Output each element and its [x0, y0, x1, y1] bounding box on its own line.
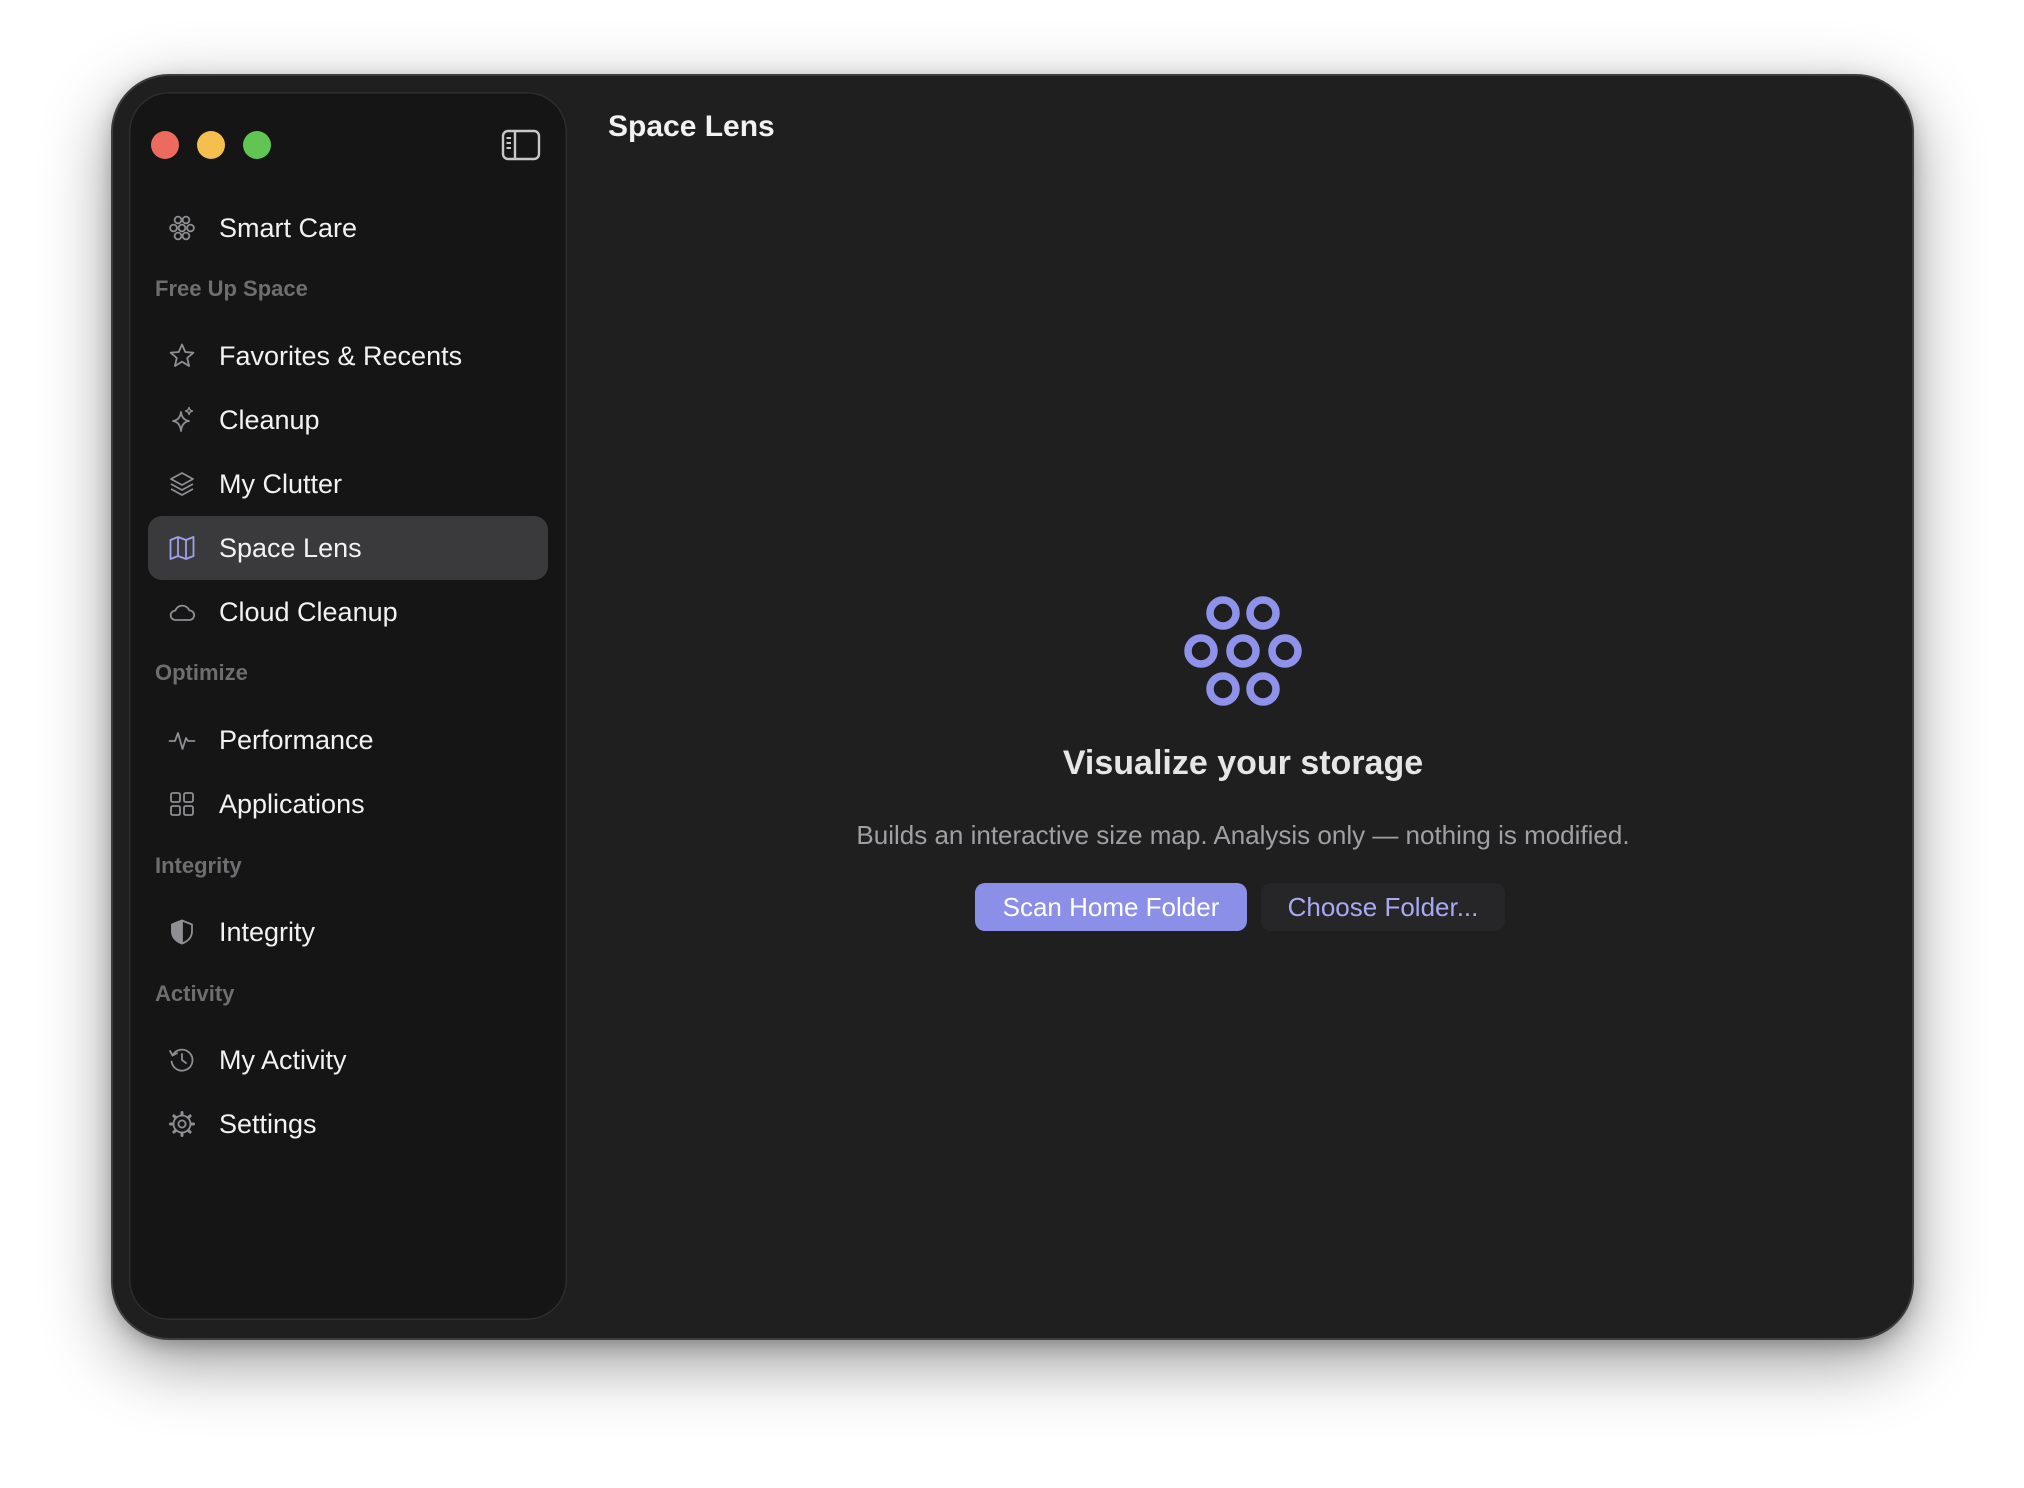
sidebar-item-label: Cleanup [219, 404, 320, 435]
cloud-icon [169, 604, 196, 621]
sidebar-item-my-clutter[interactable]: My Clutter [148, 452, 548, 516]
sidebar-item-smart-care[interactable]: Smart Care [148, 196, 548, 260]
section-title-integrity: Integrity [155, 853, 242, 878]
sidebar-item-cloud-cleanup[interactable]: Cloud Cleanup [148, 580, 548, 644]
sidebar-item-settings[interactable]: Settings [148, 1092, 548, 1156]
empty-state-subtitle: Builds an interactive size map. Analysis… [856, 820, 1630, 850]
sidebar-item-label: Integrity [219, 916, 316, 947]
sidebar-toggle-icon[interactable] [501, 128, 541, 162]
close-button[interactable] [151, 131, 179, 159]
sidebar-item-label: My Activity [219, 1044, 347, 1075]
sidebar-item-favorites-recents[interactable]: Favorites & Recents [148, 324, 548, 388]
section-title-free-up-space: Free Up Space [155, 276, 308, 301]
layers-icon [170, 472, 194, 496]
sidebar-item-label: My Clutter [219, 468, 343, 499]
empty-state-heading: Visualize your storage [1062, 744, 1424, 782]
gear-icon [169, 1111, 195, 1137]
scan-home-folder-button[interactable]: Scan Home Folder [975, 883, 1247, 931]
pulse-icon [168, 732, 196, 750]
sidebar-item-applications[interactable]: Applications [148, 772, 548, 836]
sidebar-item-label: Smart Care [219, 212, 358, 243]
section-title-optimize: Optimize [155, 660, 248, 685]
sidebar-item-cleanup[interactable]: Cleanup [148, 388, 548, 452]
bubbles-icon [1184, 596, 1302, 706]
smart-care-icon [169, 215, 195, 241]
shield-icon [171, 919, 193, 945]
sidebar-item-label: Settings [219, 1108, 317, 1139]
app-window: Smart Care Free Up Space Favorites & Rec… [113, 76, 1912, 1338]
sidebar-item-my-activity[interactable]: My Activity [148, 1028, 548, 1092]
sidebar: Smart Care Free Up Space Favorites & Rec… [129, 92, 567, 1320]
map-icon [169, 536, 195, 560]
choose-folder-button[interactable]: Choose Folder... [1261, 883, 1505, 931]
page-title: Space Lens [608, 110, 775, 143]
sidebar-item-label: Favorites & Recents [219, 340, 463, 371]
sidebar-item-space-lens[interactable]: Space Lens [148, 516, 548, 580]
sidebar-item-label: Applications [219, 788, 365, 819]
sidebar-item-performance[interactable]: Performance [148, 708, 548, 772]
section-title-activity: Activity [155, 981, 235, 1006]
minimize-button[interactable] [197, 131, 225, 159]
sidebar-item-label: Cloud Cleanup [219, 596, 398, 627]
star-icon [169, 343, 195, 367]
sparkle-icon [172, 406, 194, 432]
grid-icon [170, 792, 194, 816]
sidebar-item-label: Space Lens [219, 532, 362, 563]
history-icon [169, 1048, 194, 1072]
sidebar-item-label: Performance [219, 724, 374, 755]
zoom-button[interactable] [243, 131, 271, 159]
sidebar-item-integrity[interactable]: Integrity [148, 900, 548, 964]
